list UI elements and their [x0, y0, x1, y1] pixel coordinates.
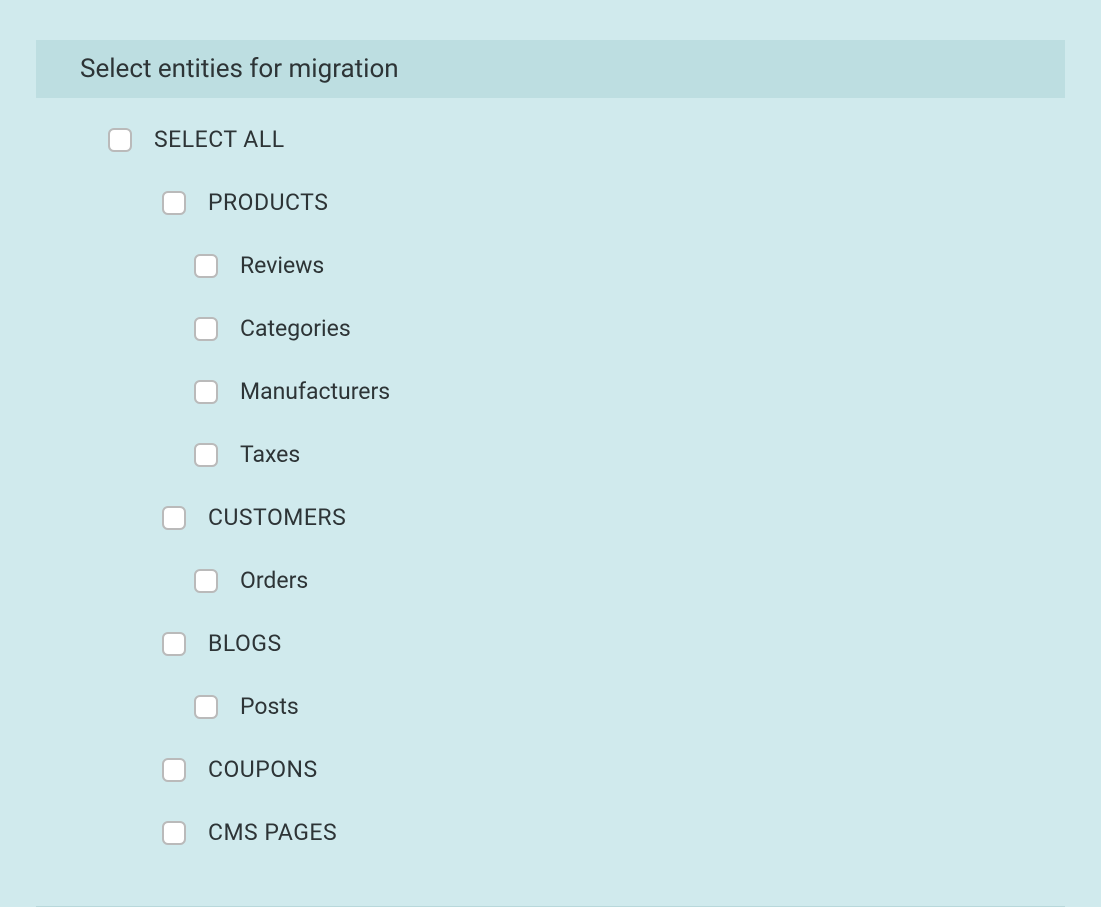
item-row-reviews: Reviews [194, 252, 1065, 279]
migration-entities-panel: Select entities for migration SELECT ALL… [8, 40, 1093, 907]
group-checkbox-products[interactable] [162, 191, 186, 215]
select-all-checkbox[interactable] [108, 128, 132, 152]
item-checkbox-posts[interactable] [194, 695, 218, 719]
group-label: BLOGS [208, 630, 282, 657]
item-label: Posts [240, 693, 299, 720]
group-row-blogs: BLOGS [162, 630, 1065, 657]
group-label: CUSTOMERS [208, 504, 346, 531]
entity-tree: SELECT ALL PRODUCTS Reviews Categories M… [36, 126, 1065, 906]
item-checkbox-reviews[interactable] [194, 254, 218, 278]
item-label: Categories [240, 315, 351, 342]
group-checkbox-customers[interactable] [162, 506, 186, 530]
item-label: Taxes [240, 441, 300, 468]
select-all-label: SELECT ALL [154, 126, 285, 153]
item-checkbox-categories[interactable] [194, 317, 218, 341]
item-row-taxes: Taxes [194, 441, 1065, 468]
item-row-orders: Orders [194, 567, 1065, 594]
item-checkbox-taxes[interactable] [194, 443, 218, 467]
item-checkbox-manufacturers[interactable] [194, 380, 218, 404]
select-all-row: SELECT ALL [108, 126, 1065, 153]
group-row-products: PRODUCTS [162, 189, 1065, 216]
panel-header: Select entities for migration [36, 40, 1065, 98]
item-row-manufacturers: Manufacturers [194, 378, 1065, 405]
group-checkbox-cms-pages[interactable] [162, 821, 186, 845]
group-label: COUPONS [208, 756, 318, 783]
group-checkbox-blogs[interactable] [162, 632, 186, 656]
panel-title: Select entities for migration [80, 54, 1021, 84]
group-row-customers: CUSTOMERS [162, 504, 1065, 531]
item-row-categories: Categories [194, 315, 1065, 342]
group-row-cms-pages: CMS PAGES [162, 819, 1065, 846]
group-label: PRODUCTS [208, 189, 328, 216]
item-label: Reviews [240, 252, 324, 279]
group-label: CMS PAGES [208, 819, 337, 846]
item-label: Manufacturers [240, 378, 390, 405]
item-checkbox-orders[interactable] [194, 569, 218, 593]
group-checkbox-coupons[interactable] [162, 758, 186, 782]
group-row-coupons: COUPONS [162, 756, 1065, 783]
item-row-posts: Posts [194, 693, 1065, 720]
item-label: Orders [240, 567, 308, 594]
